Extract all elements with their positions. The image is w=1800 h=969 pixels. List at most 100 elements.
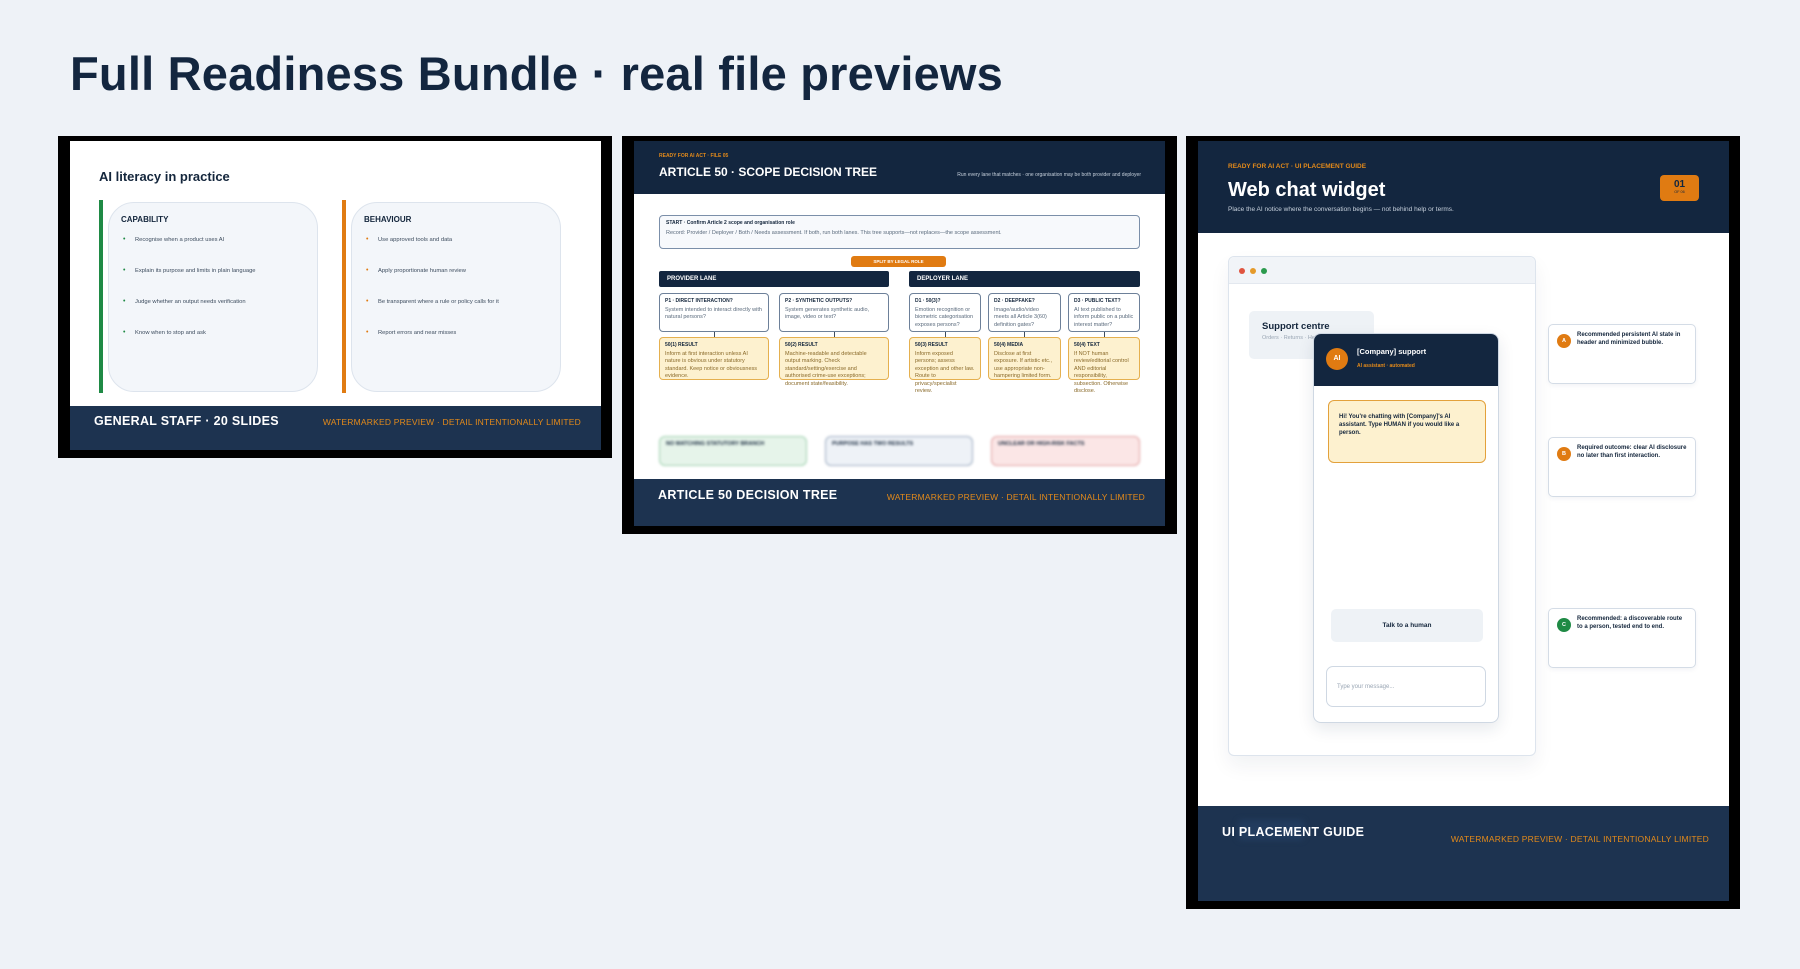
result-box: 50(1) RESULT Inform at first interaction… <box>659 337 769 380</box>
chat-message-input[interactable]: Type your message... <box>1326 666 1486 707</box>
question-box: P1 · DIRECT INTERACTION? System intended… <box>659 293 769 332</box>
list-item: Judge whether an output needs verificati… <box>121 298 256 330</box>
capability-heading: CAPABILITY <box>121 215 169 224</box>
branch-title: NO MATCHING STATUTORY BRANCH <box>666 441 765 447</box>
ai-avatar: AI <box>1326 348 1348 370</box>
guide-kicker: READY FOR AI ACT · UI PLACEMENT GUIDE <box>1228 163 1367 170</box>
list-item: Know when to stop and ask <box>121 329 256 361</box>
question-title: D1 · 50(3)? <box>915 298 941 304</box>
annotation-text: Recommended persistent AI state in heade… <box>1577 332 1681 346</box>
browser-toolbar <box>1229 257 1535 284</box>
capability-column: CAPABILITY Recognise when a product uses… <box>108 202 318 392</box>
result-box: 50(2) RESULT Machine-readable and detect… <box>779 337 889 387</box>
preview-card-ui-placement[interactable]: READY FOR AI ACT · UI PLACEMENT GUIDE We… <box>1186 136 1740 909</box>
document-header: READY FOR AI ACT · FILE 05 ARTICLE 50 · … <box>634 141 1165 194</box>
page-badge: 01 OF 06 <box>1660 175 1699 201</box>
list-item: Use approved tools and data <box>364 236 499 268</box>
branch-title: PURPOSE HAS TWO RESULTS <box>832 441 914 447</box>
footer-title: ARTICLE 50 DECISION TREE <box>658 488 838 502</box>
minimize-dot-icon <box>1250 268 1256 274</box>
result-text: Machine-readable and detectable output m… <box>785 351 867 387</box>
capability-accent-bar <box>99 200 103 393</box>
slide-preview: AI literacy in practice CAPABILITY Recog… <box>70 141 601 450</box>
guide-title: Web chat widget <box>1228 179 1386 201</box>
annotation-badge: A <box>1557 334 1571 348</box>
card-footer: ARTICLE 50 DECISION TREE WATERMARKED PRE… <box>634 479 1165 526</box>
question-text: System generates synthetic audio, image,… <box>785 307 870 321</box>
result-text: Inform at first interaction unless AI na… <box>665 351 758 380</box>
annotation-note-a: A Recommended persistent AI state in hea… <box>1548 324 1696 384</box>
guide-header: READY FOR AI ACT · UI PLACEMENT GUIDE We… <box>1198 141 1729 233</box>
watermark-note: WATERMARKED PREVIEW · DETAIL INTENTIONAL… <box>322 417 581 427</box>
question-text: Emotion recognition or biometric categor… <box>915 307 974 328</box>
question-title: D3 · PUBLIC TEXT? <box>1074 298 1121 304</box>
result-title: 50(2) RESULT <box>785 342 818 348</box>
deployer-lane-header: DEPLOYER LANE <box>909 271 1140 287</box>
preview-card-decision-tree[interactable]: READY FOR AI ACT · FILE 05 ARTICLE 50 · … <box>622 136 1177 534</box>
result-title: 50(1) RESULT <box>665 342 698 348</box>
behaviour-column: BEHAVIOUR Use approved tools and data Ap… <box>351 202 561 392</box>
question-title: D2 · DEEPFAKE? <box>994 298 1035 304</box>
list-item: Recognise when a product uses AI <box>121 236 256 268</box>
result-title: 50(4) MEDIA <box>994 342 1024 348</box>
document-subtitle: Run every lane that matches · one organi… <box>957 172 1141 178</box>
result-box: 50(4) TEXT If NOT human review/editorial… <box>1068 337 1140 394</box>
page-badge-number: 01 <box>1673 179 1686 190</box>
talk-to-human-button[interactable]: Talk to a human <box>1331 609 1483 642</box>
ai-status-label: AI assistant · automated <box>1357 363 1415 369</box>
card-footer: GENERAL STAFF · 20 SLIDES WATERMARKED PR… <box>70 406 601 450</box>
behaviour-heading: BEHAVIOUR <box>364 215 412 224</box>
preview-card-general-staff[interactable]: AI literacy in practice CAPABILITY Recog… <box>58 136 612 458</box>
question-box: D2 · DEEPFAKE? Image/audio/video meets a… <box>988 293 1061 332</box>
chat-widget-header: AI [Company] support AI assistant · auto… <box>1314 334 1498 386</box>
provider-lane-header: PROVIDER LANE <box>659 271 889 287</box>
split-label: SPLIT BY LEGAL ROLE <box>851 256 946 267</box>
footer-title: GENERAL STAFF · 20 SLIDES <box>94 414 279 428</box>
list-item: Report errors and near misses <box>364 329 499 361</box>
question-text: AI text published to inform public on a … <box>1074 307 1134 328</box>
maximize-dot-icon <box>1261 268 1267 274</box>
watermark-note: WATERMARKED PREVIEW · DETAIL INTENTIONAL… <box>1450 834 1709 844</box>
question-box: P2 · SYNTHETIC OUTPUTS? System generates… <box>779 293 889 332</box>
blurred-branch-box: NO MATCHING STATUTORY BRANCH <box>659 436 807 466</box>
result-box: 50(3) RESULT Inform exposed persons; ass… <box>909 337 981 394</box>
annotation-text: Required outcome: clear AI disclosure no… <box>1577 445 1687 459</box>
result-text: Inform exposed persons; assess exception… <box>915 351 975 395</box>
slide-title: AI literacy in practice <box>99 169 230 184</box>
branch-title: UNCLEAR OR HIGH-RISK FACTS <box>998 441 1085 447</box>
card-footer: UI PLACEMENT GUIDE WATERMARKED PREVIEW ·… <box>1198 806 1729 901</box>
annotation-badge: B <box>1557 447 1571 461</box>
annotation-badge: C <box>1557 618 1571 632</box>
ai-disclosure-message: Hi! You're chatting with [Company]'s AI … <box>1328 400 1486 463</box>
chat-widget: AI [Company] support AI assistant · auto… <box>1313 333 1499 723</box>
page-title: Full Readiness Bundle · real file previe… <box>70 47 1004 100</box>
question-text: System intended to interact directly wit… <box>665 307 762 321</box>
footer-title: UI PLACEMENT GUIDE <box>1222 825 1365 839</box>
start-title: START · Confirm Article 2 scope and orga… <box>666 220 795 226</box>
annotation-note-c: C Recommended: a discoverable route to a… <box>1548 608 1696 668</box>
question-title: P2 · SYNTHETIC OUTPUTS? <box>785 298 853 304</box>
result-box: 50(4) MEDIA Disclose at first exposure. … <box>988 337 1061 380</box>
guide-preview: READY FOR AI ACT · UI PLACEMENT GUIDE We… <box>1198 141 1729 901</box>
document-kicker: READY FOR AI ACT · FILE 05 <box>659 153 729 159</box>
blurred-branch-box: PURPOSE HAS TWO RESULTS <box>825 436 973 466</box>
annotation-text: Recommended: a discoverable route to a p… <box>1577 616 1683 630</box>
list-item: Be transparent where a rule or policy ca… <box>364 298 499 330</box>
list-item: Explain its purpose and limits in plain … <box>121 267 256 299</box>
annotation-note-b: B Required outcome: clear AI disclosure … <box>1548 437 1696 497</box>
result-title: 50(4) TEXT <box>1074 342 1100 348</box>
result-title: 50(3) RESULT <box>915 342 948 348</box>
start-text: Record: Provider / Deployer / Both / Nee… <box>666 230 1002 236</box>
document-preview: READY FOR AI ACT · FILE 05 ARTICLE 50 · … <box>634 141 1165 526</box>
result-text: Disclose at first exposure. If artistic … <box>994 351 1053 380</box>
question-text: Image/audio/video meets all Article 3(60… <box>994 307 1047 328</box>
guide-subtitle: Place the AI notice where the conversati… <box>1228 206 1454 213</box>
page-badge-total: OF 06 <box>1674 190 1685 194</box>
start-box: START · Confirm Article 2 scope and orga… <box>659 215 1140 249</box>
behaviour-accent-bar <box>342 200 346 393</box>
document-title: ARTICLE 50 · SCOPE DECISION TREE <box>659 165 878 179</box>
close-dot-icon <box>1239 268 1245 274</box>
list-item: Apply proportionate human review <box>364 267 499 299</box>
question-box: D3 · PUBLIC TEXT? AI text published to i… <box>1068 293 1140 332</box>
question-box: D1 · 50(3)? Emotion recognition or biome… <box>909 293 981 332</box>
